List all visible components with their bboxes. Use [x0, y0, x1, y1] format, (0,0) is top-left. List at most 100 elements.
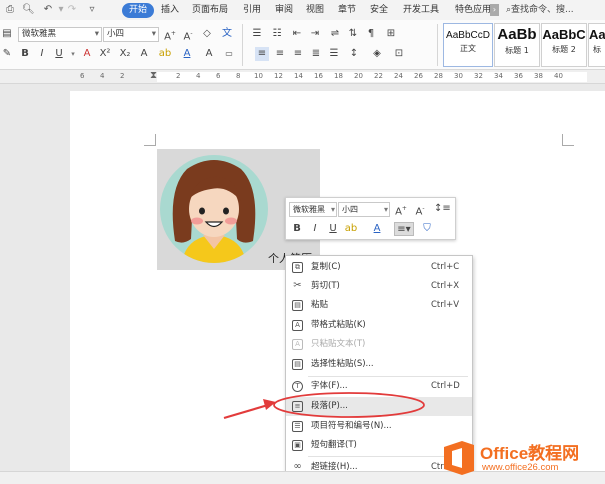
- font-name-combo[interactable]: 微软雅黑 ▾: [18, 27, 102, 42]
- style-heading-3[interactable]: Aa 标: [588, 23, 605, 67]
- align-right-icon[interactable]: ≡: [291, 47, 305, 61]
- menu-item-paste-with-format[interactable]: A 带格式粘贴(K): [286, 316, 472, 335]
- decrease-indent-icon[interactable]: ⇤: [290, 27, 304, 41]
- justify-icon[interactable]: ≣: [309, 47, 323, 61]
- tab-review[interactable]: 审阅: [272, 3, 296, 18]
- underline-dropdown-icon[interactable]: ▾: [66, 47, 80, 61]
- underline-button[interactable]: U: [52, 47, 66, 61]
- ruler-number: 2: [120, 72, 125, 80]
- underline-button[interactable]: U: [326, 222, 340, 236]
- menu-item-paragraph[interactable]: ≡ 段落(P)...: [286, 397, 472, 416]
- ruler-number: 32: [474, 72, 483, 80]
- grow-font-icon[interactable]: A+: [394, 202, 408, 217]
- distributed-icon[interactable]: ☰: [327, 47, 341, 61]
- ruler-number: 26: [414, 72, 423, 80]
- ruler-number: 22: [374, 72, 383, 80]
- change-case-icon[interactable]: A: [137, 47, 151, 61]
- highlight-icon[interactable]: ab: [344, 222, 358, 236]
- menu-item-paste-text-only: A 只粘贴文本(T): [286, 335, 472, 354]
- italic-button[interactable]: I: [308, 222, 322, 236]
- phonetic-guide-icon[interactable]: 文: [220, 27, 234, 41]
- subscript-button[interactable]: X₂: [118, 47, 132, 61]
- ruler-number: 8: [236, 72, 241, 80]
- ribbon-home: ▤ ✎ 微软雅黑 ▾ 小四 ▾ A+ A- ◇ 文 B I U ▾ A X² X₂ …: [0, 20, 605, 70]
- italic-button[interactable]: I: [35, 47, 49, 61]
- tab-security[interactable]: 安全: [367, 3, 391, 18]
- numbering-icon[interactable]: ☷: [270, 27, 284, 41]
- paste-icon[interactable]: ▤: [0, 27, 14, 41]
- bold-button[interactable]: B: [18, 47, 32, 61]
- horizontal-ruler[interactable]: ⧗ 6 4 2 2 4 6 8 10 12 14 16 18 20 22 24 …: [0, 70, 605, 84]
- tab-home[interactable]: 开始: [122, 3, 155, 18]
- tabs-scroll-right-icon[interactable]: ›: [490, 4, 499, 16]
- grow-font-icon[interactable]: A+: [163, 27, 177, 42]
- menu-item-bullets-numbering[interactable]: ☰ 项目符号和编号(N)...: [286, 417, 472, 436]
- superscript-button[interactable]: X²: [98, 47, 112, 61]
- watermark-url: www.office26.com: [482, 462, 559, 473]
- redo-icon[interactable]: ↷: [66, 4, 78, 16]
- menu-item-paste-special[interactable]: ▤ 选择性粘贴(S)...: [286, 355, 472, 374]
- line-spacing-icon[interactable]: ↕≡: [434, 202, 451, 216]
- bullets-icon[interactable]: ☰: [250, 27, 264, 41]
- style-normal[interactable]: AaBbCcD 正文: [443, 23, 493, 67]
- align-left-icon[interactable]: ≡▾: [394, 222, 414, 236]
- margin-corner-mark: [562, 134, 574, 146]
- tab-page-layout[interactable]: 页面布局: [189, 3, 231, 18]
- ruler-number: 4: [196, 72, 201, 80]
- ruler-number: 24: [394, 72, 403, 80]
- tab-references[interactable]: 引用: [240, 3, 264, 18]
- mini-font-name-combo[interactable]: 微软雅黑 ▾: [289, 202, 337, 217]
- menu-item-copy[interactable]: ⧉ 复制(C) Ctrl+C: [286, 258, 472, 277]
- align-left-icon[interactable]: ≡: [255, 47, 269, 61]
- font-color-icon[interactable]: A: [180, 47, 194, 61]
- chevron-down-icon: ▾: [383, 205, 388, 214]
- indent-marker-icon[interactable]: ⧗: [150, 70, 157, 82]
- table-icon[interactable]: ⊞: [384, 27, 398, 41]
- ruler-number: 6: [80, 72, 85, 80]
- menu-item-font[interactable]: T 字体(F)... Ctrl+D: [286, 377, 472, 396]
- bold-button[interactable]: B: [290, 222, 304, 236]
- tab-view[interactable]: 视图: [303, 3, 327, 18]
- format-painter-icon[interactable]: ✎: [0, 47, 14, 61]
- font-color-icon[interactable]: A: [370, 222, 384, 236]
- tab-insert[interactable]: 插入: [158, 3, 182, 18]
- highlight-icon[interactable]: ab: [158, 47, 172, 61]
- chinese-layout-icon[interactable]: ⇌: [328, 27, 342, 41]
- undo-icon[interactable]: ↶: [42, 4, 54, 16]
- customize-quickbar-icon[interactable]: ▿: [86, 4, 98, 16]
- print-preview-icon[interactable]: 🔍︎: [22, 4, 35, 16]
- shrink-font-icon[interactable]: A-: [181, 27, 195, 42]
- fill-color-icon[interactable]: ◈: [370, 47, 384, 61]
- font-size-combo[interactable]: 小四 ▾: [103, 27, 159, 42]
- menu-item-cut[interactable]: ✂ 剪切(T) Ctrl+X: [286, 277, 472, 296]
- ruler-number: 14: [294, 72, 303, 80]
- sort-icon[interactable]: ⇅: [346, 27, 360, 41]
- tab-section[interactable]: 章节: [335, 3, 359, 18]
- character-border-icon[interactable]: ▭: [222, 47, 236, 61]
- clear-format-icon[interactable]: ◇: [200, 27, 214, 41]
- ruler-number: 10: [254, 72, 263, 80]
- borders-icon[interactable]: ⊡: [392, 47, 406, 61]
- format-painter-icon[interactable]: ⛉: [420, 222, 434, 236]
- shrink-font-icon[interactable]: A-: [413, 202, 427, 217]
- print-icon[interactable]: ⎙: [4, 4, 16, 16]
- increase-indent-icon[interactable]: ⇥: [308, 27, 322, 41]
- command-search[interactable]: ⌕查找命令、搜...: [506, 3, 574, 18]
- ruler-number: 16: [314, 72, 323, 80]
- strikethrough-button[interactable]: A: [80, 47, 94, 61]
- paste-icon: ▤: [292, 300, 303, 311]
- style-heading-1[interactable]: AaBb 标题 1: [494, 23, 540, 67]
- character-shading-icon[interactable]: A: [202, 47, 216, 61]
- show-marks-icon[interactable]: ¶: [364, 27, 378, 41]
- tab-special-apps[interactable]: 特色应用: [452, 3, 492, 18]
- paste-format-icon: A: [292, 320, 303, 331]
- style-heading-2[interactable]: AaBbC 标题 2: [541, 23, 587, 67]
- paragraph-icon: ≡: [292, 401, 303, 412]
- ruler-number: 38: [534, 72, 543, 80]
- tab-developer[interactable]: 开发工具: [400, 3, 442, 18]
- mini-font-size-combo[interactable]: 小四 ▾: [338, 202, 390, 217]
- ruler-number: 30: [454, 72, 463, 80]
- line-spacing-icon[interactable]: ↕: [347, 47, 361, 61]
- menu-item-paste[interactable]: ▤ 粘贴 Ctrl+V: [286, 296, 472, 315]
- align-center-icon[interactable]: ≡: [273, 47, 287, 61]
